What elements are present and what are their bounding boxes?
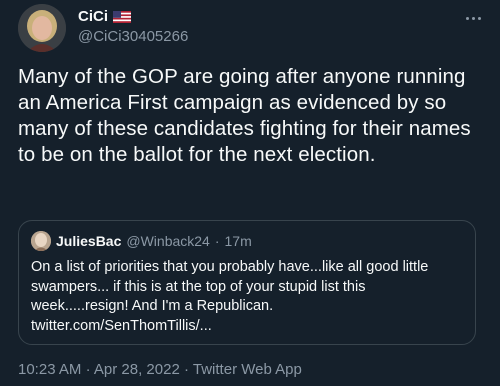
tweet-card: CiCi @CiCi30405266 Many of the GOP are g… <box>0 0 500 386</box>
tweet-source: Twitter Web App <box>192 361 302 378</box>
tweet-time[interactable]: 10:23 AM <box>18 361 81 378</box>
quoted-tweet-text: On a list of priorities that you probabl… <box>31 258 467 336</box>
author-handle[interactable]: @CiCi30405266 <box>78 28 188 45</box>
more-dot <box>465 16 469 20</box>
author-avatar[interactable] <box>18 4 66 52</box>
tweet-date[interactable]: Apr 28, 2022 <box>94 361 180 378</box>
more-dot <box>477 16 481 20</box>
quoted-text-line: On a list of priorities that you probabl… <box>31 259 429 275</box>
quoted-text-line: week.....resign! And I'm a Republican. <box>31 298 274 314</box>
quoted-link[interactable]: twitter.com/SenThomTillis/... <box>31 317 467 337</box>
quoted-text-line: swampers... if this is at the top of you… <box>31 278 366 295</box>
tweet-metadata: 10:23 AM · Apr 28, 2022 · Twitter Web Ap… <box>18 361 302 378</box>
tweet-text: Many of the GOP are going after anyone r… <box>18 65 471 166</box>
separator-dot: · <box>214 233 220 249</box>
more-dot <box>471 16 475 20</box>
author-name-row[interactable]: CiCi <box>78 8 131 25</box>
quoted-tweet-header: JuliesBac @Winback24 · 17m <box>31 231 252 251</box>
quoted-tweet[interactable]: JuliesBac @Winback24 · 17m On a list of … <box>18 220 476 345</box>
separator-dot: · <box>183 361 189 378</box>
quoted-timestamp: 17m <box>224 233 252 249</box>
author-display-name[interactable]: CiCi <box>78 8 108 25</box>
quoted-author-avatar <box>31 231 51 251</box>
us-flag-icon <box>113 10 131 23</box>
more-horizontal-icon[interactable] <box>460 8 486 28</box>
quoted-author-handle: @Winback24 <box>126 233 210 249</box>
quoted-author-name: JuliesBac <box>56 233 122 249</box>
separator-dot: · <box>85 361 91 378</box>
